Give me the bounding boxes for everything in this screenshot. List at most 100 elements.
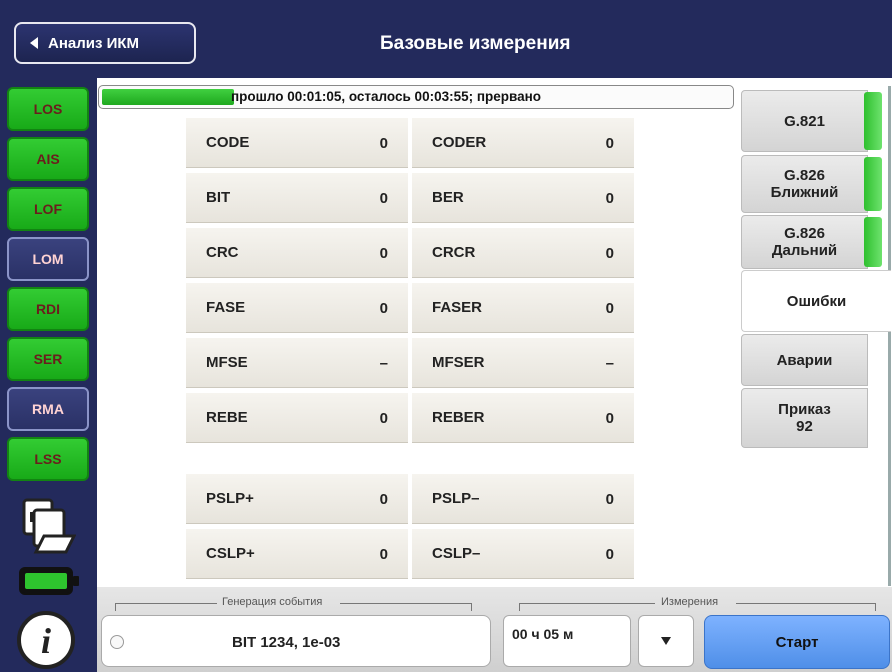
measurement-label: FASE [206, 299, 246, 316]
indicator-label: RMA [32, 401, 64, 417]
indicator-los[interactable]: LOS [7, 87, 89, 131]
measurement-cell: BIT 0 [186, 173, 408, 223]
indicator-lof[interactable]: LOF [7, 187, 89, 231]
tab-status-bar [864, 92, 882, 150]
measurement-value: 0 [379, 245, 388, 262]
documents-icon[interactable] [22, 498, 76, 556]
indicator-label: LOS [33, 101, 63, 117]
measurement-label: CSLP– [432, 545, 481, 562]
measurement-value: 0 [379, 491, 388, 508]
event-radio[interactable] [110, 635, 124, 649]
measurement-cell: CODE 0 [186, 118, 408, 168]
event-text: BIT 1234, 1e-03 [232, 634, 341, 651]
measurement-label: PSLP– [432, 490, 480, 507]
fieldset-tick [519, 603, 520, 611]
fieldset-line [519, 603, 655, 604]
measurement-row: CSLP+ 0 CSLP– 0 [186, 529, 638, 579]
page-title: Базовые измерения [380, 33, 571, 54]
tab-2[interactable]: G.826 Дальний [741, 215, 868, 269]
measurement-label: PSLP+ [206, 490, 254, 507]
tab-0[interactable]: G.821 [741, 90, 868, 152]
measurement-value: 0 [605, 245, 614, 262]
tab-status-bar [864, 217, 882, 267]
measurement-value: 0 [379, 190, 388, 207]
measurement-label: CRCR [432, 244, 476, 261]
measurement-label: BER [432, 189, 464, 206]
measurement-cell: FASER 0 [412, 283, 634, 333]
measurement-cell: MFSE – [186, 338, 408, 388]
measurement-value: 0 [605, 135, 614, 152]
progress-text: прошло 00:01:05, осталось 00:03:55; прер… [231, 89, 542, 104]
indicator-label: LSS [34, 451, 62, 467]
indicator-ais[interactable]: AIS [7, 137, 89, 181]
indicator-ser[interactable]: SER [7, 337, 89, 381]
measurement-cell: CRC 0 [186, 228, 408, 278]
measurement-cell: MFSER – [412, 338, 634, 388]
info-icon[interactable]: i [16, 610, 76, 670]
duration-field[interactable]: 00 ч 05 м [503, 615, 631, 667]
indicator-label: LOM [32, 251, 64, 267]
indicator-rdi[interactable]: RDI [7, 287, 89, 331]
progress-bar: прошло 00:01:05, осталось 00:03:55; прер… [98, 85, 734, 109]
measurement-value: – [379, 355, 388, 372]
measurement-label: BIT [206, 189, 231, 206]
back-button-label: Анализ ИКМ [48, 34, 140, 52]
start-button[interactable]: Старт [704, 615, 890, 669]
measurement-value: 0 [379, 135, 388, 152]
measure-group-label: Измерения [661, 596, 719, 608]
event-generation-field[interactable]: BIT 1234, 1e-03 [101, 615, 491, 667]
measurement-row: PSLP+ 0 PSLP– 0 [186, 474, 638, 524]
measurement-value: 0 [605, 546, 614, 563]
measurement-cell: BER 0 [412, 173, 634, 223]
fieldset-tick [875, 603, 876, 611]
measurement-value: 0 [379, 300, 388, 317]
measurement-label: CODE [206, 134, 250, 151]
tab-4[interactable]: Аварии [741, 334, 868, 386]
measurement-value: 0 [605, 300, 614, 317]
measurement-row: MFSE – MFSER – [186, 338, 638, 388]
tab-label: G.826 Дальний [771, 225, 838, 259]
tab-label: Приказ 92 [778, 401, 831, 435]
measurement-label: MFSE [206, 354, 248, 371]
fieldset-tick [115, 603, 116, 611]
measurement-label: REBER [432, 409, 485, 426]
measurement-row: CODE 0 CODER 0 [186, 118, 638, 168]
measurement-cell: CSLP+ 0 [186, 529, 408, 579]
tab-panel-edge [888, 86, 891, 586]
indicator-label: RDI [35, 301, 61, 317]
battery-icon [19, 567, 79, 595]
back-triangle-icon [30, 37, 38, 49]
measurement-label: MFSER [432, 354, 485, 371]
measurement-row: CRC 0 CRCR 0 [186, 228, 638, 278]
indicator-label: SER [33, 351, 63, 367]
progress-fill [102, 89, 234, 105]
back-button[interactable]: Анализ ИКМ [14, 22, 196, 64]
tab-label: G.826 Ближний [770, 167, 839, 201]
indicator-lom[interactable]: LOM [7, 237, 89, 281]
measurement-value: 0 [605, 410, 614, 427]
fieldset-line [736, 603, 876, 604]
svg-text:i: i [41, 621, 51, 661]
measurement-cell: PSLP– 0 [412, 474, 634, 524]
fieldset-tick [471, 603, 472, 611]
indicator-rma[interactable]: RMA [7, 387, 89, 431]
tab-status-bar [864, 157, 882, 211]
measurement-label: CSLP+ [206, 545, 255, 562]
tab-1[interactable]: G.826 Ближний [741, 155, 868, 213]
dropdown-arrow-icon [661, 637, 671, 645]
header: Анализ ИКМ Базовые измерения [0, 0, 892, 78]
fieldset-line [115, 603, 217, 604]
measurement-value: 0 [379, 546, 388, 563]
tab-label: G.821 [784, 112, 825, 130]
tab-3[interactable]: Ошибки [741, 270, 891, 332]
measurement-label: CODER [432, 134, 487, 151]
measurement-row: FASE 0 FASER 0 [186, 283, 638, 333]
indicator-label: LOF [34, 201, 62, 217]
event-group-label: Генерация события [222, 596, 323, 608]
indicator-lss[interactable]: LSS [7, 437, 89, 481]
duration-dropdown-button[interactable] [638, 615, 694, 667]
measurement-row: BIT 0 BER 0 [186, 173, 638, 223]
measurement-value: – [605, 355, 614, 372]
measurement-cell: PSLP+ 0 [186, 474, 408, 524]
tab-5[interactable]: Приказ 92 [741, 388, 868, 448]
